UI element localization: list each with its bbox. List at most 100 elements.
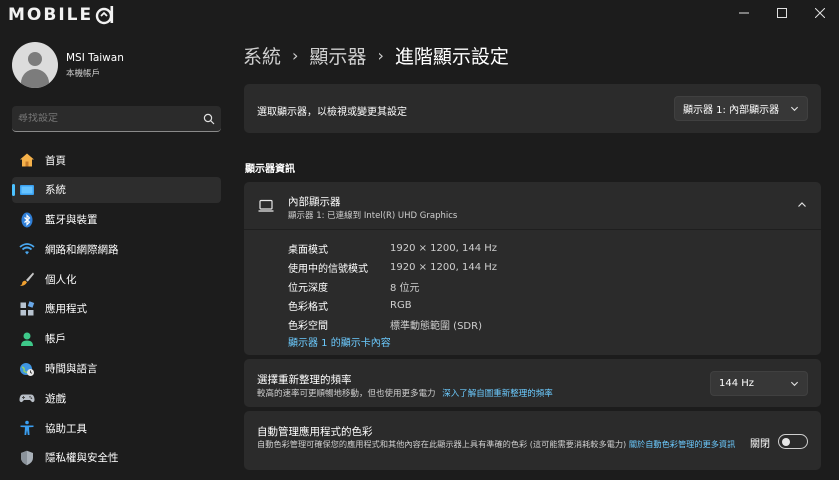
home-icon [20, 153, 34, 167]
wifi-icon [19, 243, 35, 255]
chevron-down-icon [790, 381, 799, 387]
refresh-rate-value: 144 Hz [719, 378, 755, 389]
breadcrumb-separator: › [377, 46, 384, 65]
display-info-header[interactable]: 內部顯示器 顯示器 1: 已連線到 Intel(R) UHD Graphics [244, 182, 821, 230]
search-icon[interactable] [203, 113, 215, 125]
refresh-rate-description-text: 較高的速率可更順暢地移動，但也使用更多電力 [257, 389, 436, 399]
sidebar-item-accessibility[interactable]: 協助工具 [12, 415, 221, 441]
gamepad-icon [19, 394, 35, 403]
auto-color-description: 自動色彩管理可確保您的應用程式和其他內容在此顯示器上具有準確的色彩 (這可能需要… [257, 438, 743, 451]
spec-value: RGB [390, 300, 412, 311]
close-button[interactable] [801, 0, 839, 26]
display-info-subtitle: 顯示器 1: 已連線到 Intel(R) UHD Graphics [288, 211, 458, 221]
sidebar-item-label: 網路和網際網路 [45, 243, 119, 256]
accessibility-icon [20, 420, 34, 436]
maximize-icon [777, 8, 787, 18]
sidebar-item-label: 遊戲 [45, 392, 66, 405]
laptop-icon [258, 199, 274, 212]
spec-value: 標準動態範圍 (SDR) [390, 321, 482, 332]
spec-row: 色彩空間 標準動態範圍 (SDR) [288, 315, 497, 334]
spec-value: 1920 × 1200, 144 Hz [390, 243, 498, 254]
sidebar-item-personalization[interactable]: 個人化 [12, 266, 221, 292]
bluetooth-icon [21, 212, 33, 228]
system-icon [20, 184, 34, 195]
chevron-down-icon [790, 106, 799, 112]
sidebar-nav: 首頁 系統 藍牙與裝置 網路和網際網路 個人化 應用程式 帳戶 時間與語言 遊戲… [12, 147, 221, 475]
spec-label: 色彩格式 [288, 302, 328, 313]
account-icon [21, 332, 33, 346]
sidebar-item-gaming[interactable]: 遊戲 [12, 385, 221, 411]
sidebar-item-label: 協助工具 [45, 422, 87, 435]
sidebar-item-label: 應用程式 [45, 303, 87, 316]
sidebar-item-apps[interactable]: 應用程式 [12, 296, 221, 322]
sidebar-item-network[interactable]: 網路和網際網路 [12, 236, 221, 262]
sidebar-item-label: 帳戶 [45, 333, 66, 346]
sidebar-item-label: 藍牙與裝置 [45, 214, 98, 227]
logo-mark-icon [95, 6, 114, 25]
spec-label: 桌面模式 [288, 245, 328, 256]
sidebar-item-home[interactable]: 首頁 [12, 147, 221, 173]
spec-row: 使用中的信號模式 1920 × 1200, 144 Hz [288, 258, 497, 277]
spec-row: 桌面模式 1920 × 1200, 144 Hz [288, 239, 497, 258]
auto-color-management-card: 自動管理應用程式的色彩 自動色彩管理可確保您的應用程式和其他內容在此顯示器上具有… [244, 411, 821, 470]
auto-color-more-info-link[interactable]: 關於自動色彩管理的更多資訊 [629, 439, 735, 449]
profile-account-type: 本機帳戶 [66, 68, 101, 79]
apps-icon [20, 301, 35, 316]
close-icon [815, 8, 825, 18]
minimize-button[interactable] [725, 0, 763, 26]
sidebar-item-time-language[interactable]: 時間與語言 [12, 356, 221, 382]
settings-search[interactable] [12, 106, 221, 132]
auto-color-toggle[interactable] [778, 434, 808, 449]
window-controls [725, 0, 839, 26]
display-info-card: 內部顯示器 顯示器 1: 已連線到 Intel(R) UHD Graphics … [244, 182, 821, 355]
chevron-up-icon[interactable] [797, 200, 807, 210]
spec-value: 8 位元 [390, 283, 420, 294]
maximize-button[interactable] [763, 0, 801, 26]
sidebar-item-system[interactable]: 系統 [12, 176, 221, 203]
logo-text: MOBILE [8, 5, 94, 25]
sidebar-item-label: 個人化 [45, 273, 77, 286]
spec-row: 色彩格式 RGB [288, 296, 497, 315]
refresh-rate-title: 選擇重新整理的頻率 [257, 374, 352, 386]
auto-color-title: 自動管理應用程式的色彩 [257, 426, 373, 438]
shield-icon [21, 450, 33, 466]
toggle-state-label: 關閉 [750, 439, 770, 450]
refresh-rate-card: 選擇重新整理的頻率 較高的速率可更順暢地移動，但也使用更多電力 深入了解自圖重新… [244, 359, 821, 407]
spec-label: 位元深度 [288, 283, 328, 294]
avatar [12, 42, 58, 88]
display-select-dropdown[interactable]: 顯示器 1: 內部顯示器 [674, 96, 808, 121]
toggle-knob [782, 437, 790, 446]
sidebar-item-accounts[interactable]: 帳戶 [12, 326, 221, 352]
breadcrumb: 系統 › 顯示器 › 進階顯示設定 [243, 42, 509, 69]
sidebar-item-label: 隱私權與安全性 [45, 452, 119, 465]
display-select-value: 顯示器 1: 內部顯示器 [683, 105, 780, 116]
display-info-title: 內部顯示器 [288, 196, 341, 208]
spec-label: 使用中的信號模式 [288, 264, 368, 275]
mobile01-logo: MOBILE [8, 4, 115, 26]
refresh-rate-description: 較高的速率可更順暢地移動，但也使用更多電力 深入了解自圖重新整理的頻率 [257, 387, 553, 399]
page-title: 進階顯示設定 [394, 46, 509, 68]
select-display-card: 選取顯示器，以檢視或變更其設定 顯示器 1: 內部顯示器 [244, 84, 821, 133]
spec-label: 色彩空間 [288, 321, 328, 332]
spec-value: 1920 × 1200, 144 Hz [390, 262, 498, 273]
sidebar-item-label: 時間與語言 [45, 363, 98, 376]
refresh-rate-dropdown[interactable]: 144 Hz [710, 371, 808, 396]
display-adapter-properties-link[interactable]: 顯示器 1 的顯示卡內容 [288, 334, 391, 349]
search-input[interactable] [18, 113, 203, 124]
spec-row: 位元深度 8 位元 [288, 277, 497, 296]
globe-clock-icon [20, 362, 34, 376]
select-display-label: 選取顯示器，以檢視或變更其設定 [257, 107, 407, 118]
user-profile[interactable]: MSI Taiwan 本機帳戶 [12, 42, 124, 88]
auto-color-description-text: 自動色彩管理可確保您的應用程式和其他內容在此顯示器上具有準確的色彩 (這可能需要… [257, 439, 627, 449]
sidebar-item-label: 系統 [45, 184, 66, 197]
refresh-rate-learn-more-link[interactable]: 深入了解自圖重新整理的頻率 [442, 389, 553, 399]
sidebar-item-bluetooth[interactable]: 藍牙與裝置 [12, 207, 221, 233]
minimize-icon [739, 12, 749, 14]
sidebar-item-privacy-security[interactable]: 隱私權與安全性 [12, 445, 221, 471]
breadcrumb-separator: › [292, 46, 299, 65]
display-specs: 桌面模式 1920 × 1200, 144 Hz 使用中的信號模式 1920 ×… [288, 239, 497, 334]
display-info-section-title: 顯示器資訊 [245, 164, 295, 175]
breadcrumb-system[interactable]: 系統 [243, 42, 281, 69]
title-bar: MOBILE [0, 0, 839, 28]
breadcrumb-display[interactable]: 顯示器 [309, 42, 366, 69]
